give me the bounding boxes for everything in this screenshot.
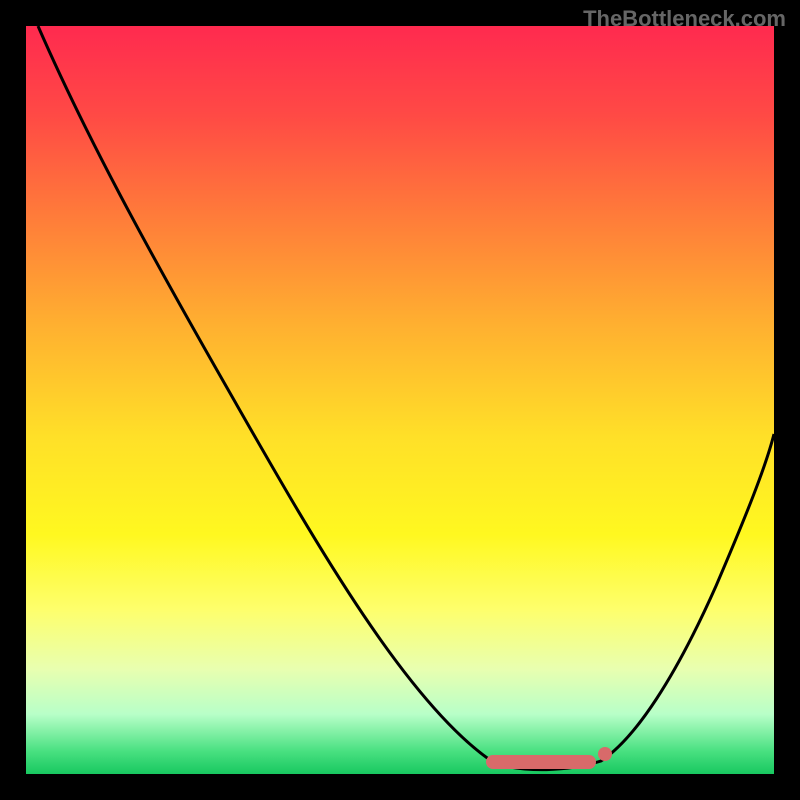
bottleneck-curve-line xyxy=(38,26,774,770)
chart-plot-area xyxy=(26,26,774,774)
watermark-text: TheBottleneck.com xyxy=(583,6,786,32)
chart-svg xyxy=(26,26,774,774)
